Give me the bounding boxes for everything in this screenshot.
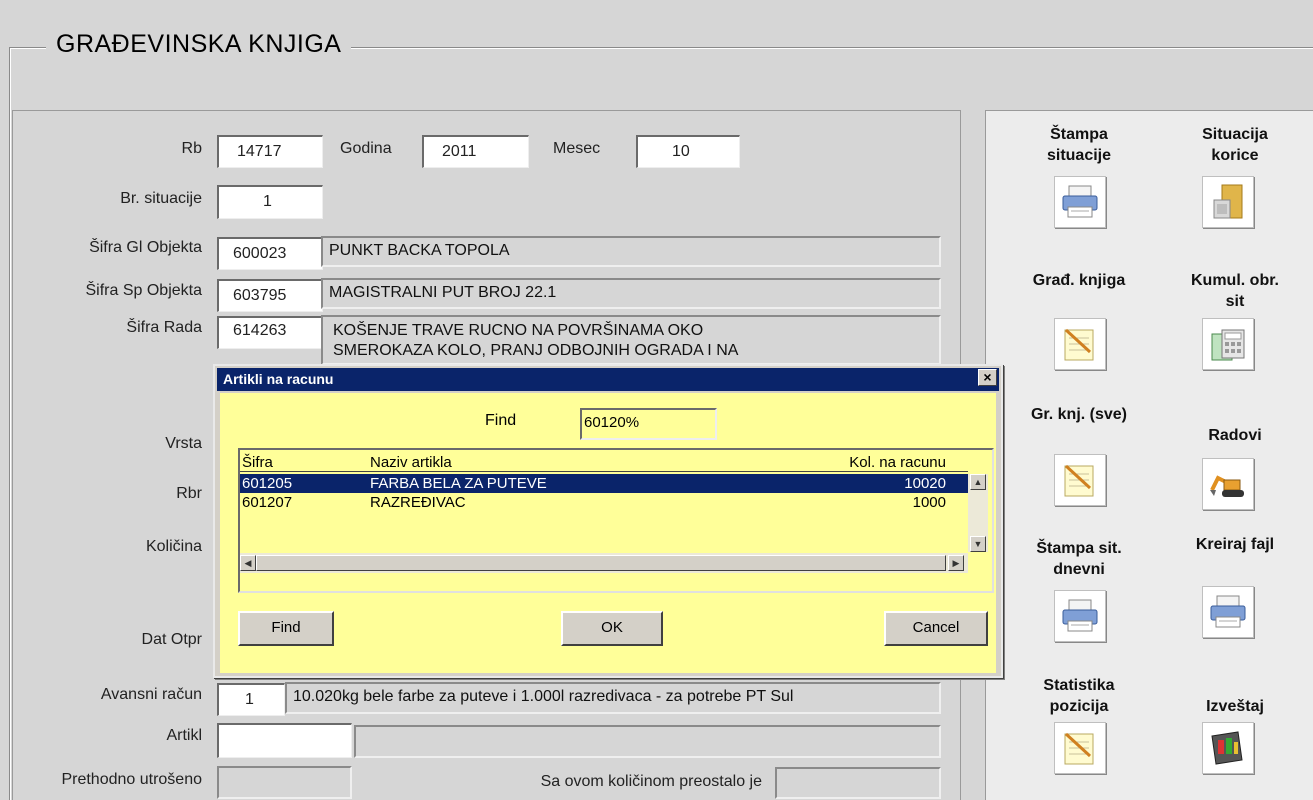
tool-label-radovi: Radovi	[1208, 427, 1262, 444]
sifra-sp-code-field[interactable]: 603795	[217, 279, 323, 312]
godina-field[interactable]: 2011	[422, 135, 529, 168]
kolicina-label: Količina	[145, 538, 202, 555]
sifra-sp-label: Šifra Sp Objekta	[85, 282, 203, 299]
scroll-right-icon[interactable]: ▶	[948, 555, 964, 571]
sifra-gl-name-field: PUNKT BACKA TOPOLA	[321, 236, 941, 267]
horizontal-scrollbar[interactable]: ◀ ▶	[240, 553, 968, 573]
notepad-icon	[1064, 464, 1094, 497]
rb-field[interactable]: 14717	[217, 135, 323, 168]
scroll-up-icon[interactable]: ▲	[970, 474, 986, 490]
row-naziv: RAZREĐIVAC	[370, 494, 466, 511]
avansni-field[interactable]: 1	[217, 683, 285, 716]
col-header-naziv[interactable]: Naziv artikla	[370, 453, 452, 472]
rbr-label: Rbr	[176, 485, 202, 502]
row-kol: 10020	[904, 475, 946, 492]
situacija-korice-button[interactable]	[1202, 176, 1254, 228]
tool-label-stampa-situacije: Štampa situacije	[1046, 126, 1112, 164]
stampa-situacije-button[interactable]	[1054, 176, 1106, 228]
col-header-kol[interactable]: Kol. na racunu	[849, 453, 946, 472]
vertical-scrollbar[interactable]: ▲ ▼	[968, 474, 988, 552]
rb-label: Rb	[181, 140, 202, 157]
tool-label-gr-knj-sve: Gr. knj. (sve)	[1030, 406, 1128, 423]
ok-button[interactable]: OK	[561, 611, 663, 646]
avansni-label: Avansni račun	[100, 686, 202, 703]
printer-icon	[1062, 599, 1098, 632]
sifra-rada-name-line1: KOŠENJE TRAVE RUCNO NA POVRŠINAMA OKO	[333, 322, 704, 339]
artikli-dialog: Artikli na racunu × Find 60120% Šifra Na…	[213, 364, 1003, 678]
kumul-obr-sit-button[interactable]	[1202, 318, 1254, 370]
tool-label-grad-knjiga: Građ. knjiga	[1032, 272, 1126, 289]
row-sifra: 601207	[242, 494, 293, 511]
kreiraj-fajl-button[interactable]	[1202, 586, 1254, 638]
artikl-label: Artikl	[166, 727, 202, 744]
mesec-label: Mesec	[553, 140, 601, 157]
br-situacije-label: Br. situacije	[120, 190, 202, 207]
calculator-icon	[1211, 329, 1245, 361]
artikl-field[interactable]	[217, 723, 352, 758]
dialog-title-bar: Artikli na racunu	[217, 368, 999, 391]
row-kol: 1000	[912, 494, 946, 511]
sifra-gl-code-field[interactable]: 600023	[217, 237, 323, 270]
sifra-rada-code-field[interactable]: 614263	[217, 316, 323, 349]
tool-label-izvestaj: Izveštaj	[1206, 698, 1264, 715]
prethodno-field	[217, 766, 352, 799]
sifra-rada-label: Šifra Rada	[126, 319, 202, 336]
printer-icon	[1210, 595, 1246, 628]
grid-header: Šifra Naziv artikla Kol. na racunu	[240, 453, 968, 472]
scroll-thumb[interactable]	[256, 555, 946, 571]
cancel-button[interactable]: Cancel	[884, 611, 988, 646]
br-situacije-field[interactable]: 1	[217, 185, 323, 219]
report-icon	[1211, 731, 1243, 765]
group-title: GRAĐEVINSKA KNJIGA	[46, 30, 352, 59]
printer-icon	[1062, 185, 1098, 218]
grad-knjiga-button[interactable]	[1054, 318, 1106, 370]
header-divider	[240, 471, 968, 472]
folder-icon	[1213, 184, 1243, 219]
row-naziv: FARBA BELA ZA PUTEVE	[370, 475, 547, 492]
sifra-rada-name-line2: SMEROKAZA KOLO, PRANJ ODBOJNIH OGRADA I …	[333, 342, 739, 359]
notepad-icon	[1064, 732, 1094, 765]
col-header-sifra[interactable]: Šifra	[242, 453, 273, 472]
scroll-left-icon[interactable]: ◀	[240, 555, 256, 571]
excavator-icon	[1210, 475, 1244, 497]
godina-label: Godina	[340, 140, 392, 157]
preostalo-field	[775, 767, 941, 799]
avansni-desc-field: 10.020kg bele farbe za puteve i 1.000l r…	[285, 682, 941, 714]
tool-label-situacija-korice: Situacija korice	[1202, 126, 1268, 164]
find-input[interactable]: 60120%	[580, 408, 717, 440]
scroll-down-icon[interactable]: ▼	[970, 536, 986, 552]
tool-label-statistika-pozicija: Statistika pozicija	[1043, 677, 1115, 715]
izvestaj-button[interactable]	[1202, 722, 1254, 774]
vrsta-label: Vrsta	[165, 435, 202, 452]
close-icon[interactable]: ×	[978, 369, 997, 386]
sifra-sp-name-field: MAGISTRALNI PUT BROJ 22.1	[321, 278, 941, 309]
gr-knj-sve-button[interactable]	[1054, 454, 1106, 506]
dialog-body: Find 60120% Šifra Naziv artikla Kol. na …	[220, 393, 996, 673]
articles-grid: Šifra Naziv artikla Kol. na racunu 60120…	[238, 448, 994, 593]
dat-otpr-label: Dat Otpr	[141, 631, 202, 648]
preostalo-label: Sa ovom količinom preostalo je	[540, 773, 762, 790]
table-row[interactable]: 601207 RAZREĐIVAC 1000	[240, 493, 968, 512]
artikl-name-field	[354, 725, 941, 758]
radovi-button[interactable]	[1202, 458, 1254, 510]
table-row[interactable]: 601205 FARBA BELA ZA PUTEVE 10020	[240, 474, 968, 493]
statistika-pozicija-button[interactable]	[1054, 722, 1106, 774]
tool-label-kreiraj-fajl: Kreiraj fajl	[1195, 536, 1275, 553]
tool-label-kumul-obr-sit: Kumul. obr. sit	[1191, 272, 1279, 310]
stampa-sit-dnevni-button[interactable]	[1054, 590, 1106, 642]
row-sifra: 601205	[242, 475, 293, 492]
notepad-icon	[1064, 328, 1094, 361]
sifra-rada-name-field: KOŠENJE TRAVE RUCNO NA POVRŠINAMA OKO SM…	[321, 315, 941, 365]
sifra-gl-label: Šifra Gl Objekta	[89, 239, 202, 256]
find-label: Find	[485, 412, 517, 429]
prethodno-label: Prethodno utrošeno	[61, 771, 202, 788]
tool-label-stampa-sit-dnevni: Štampa sit. dnevni	[1036, 540, 1122, 578]
mesec-field[interactable]: 10	[636, 135, 740, 168]
find-button[interactable]: Find	[238, 611, 334, 646]
